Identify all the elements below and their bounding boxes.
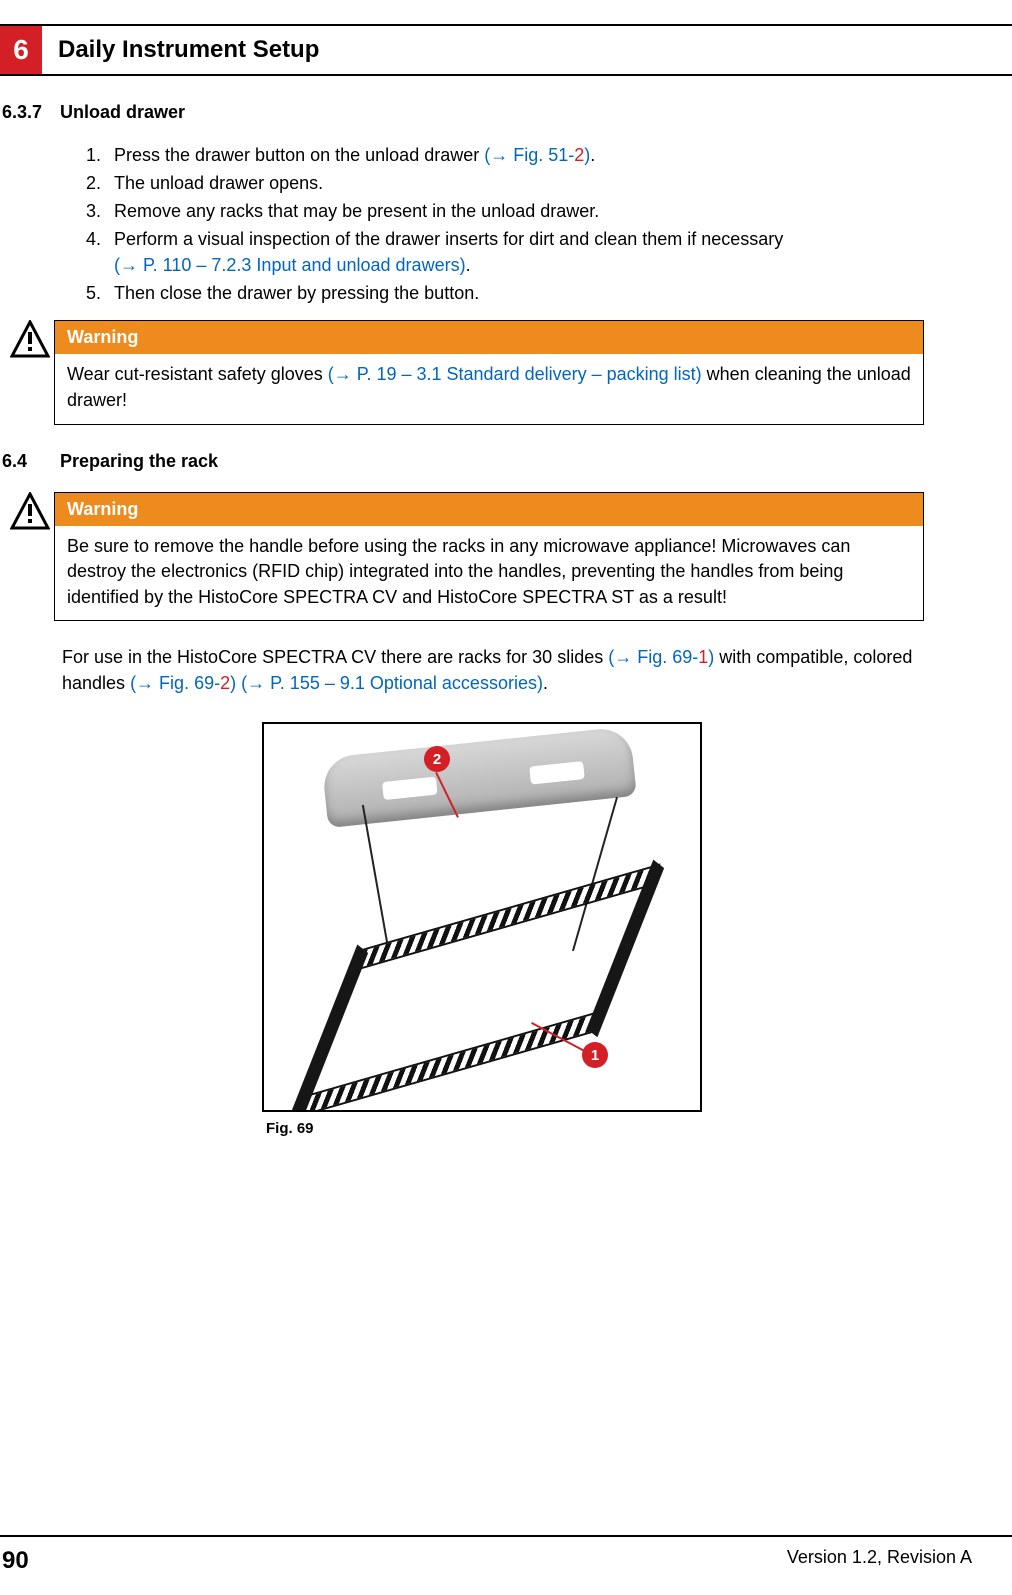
link-prefix: (→ Fig. 51- <box>484 145 574 165</box>
warning-icon-column <box>6 492 54 530</box>
cross-ref-link[interactable]: (→ Fig. 51-2) <box>484 145 590 165</box>
step-4: Perform a visual inspection of the drawe… <box>106 227 924 279</box>
intro-text-tail: . <box>543 673 548 693</box>
page-number: 90 <box>2 1547 29 1575</box>
section-number: 6.4 <box>0 451 60 472</box>
section-title: Preparing the rack <box>60 451 218 472</box>
handle-slot <box>529 761 585 785</box>
warning-triangle-icon <box>10 492 50 530</box>
page-footer: 90 Version 1.2, Revision A <box>0 1535 1012 1575</box>
warning-label: Warning <box>55 493 923 526</box>
cross-ref-link[interactable]: (→ P. 110 – 7.2.3 Input and unload drawe… <box>114 255 466 275</box>
warning-triangle-icon <box>10 320 50 358</box>
step-text-tail: . <box>466 255 471 275</box>
section-6-3-7-heading: 6.3.7 Unload drawer <box>0 102 964 123</box>
warning-content: Warning Wear cut-resistant safety gloves… <box>54 320 924 424</box>
warning-text: Wear cut-resistant safety gloves <box>67 364 328 384</box>
figure-caption: Fig. 69 <box>266 1120 702 1137</box>
chapter-number-badge: 6 <box>0 26 42 74</box>
handle-slot <box>382 777 438 801</box>
unload-drawer-steps: Press the drawer button on the unload dr… <box>106 143 924 306</box>
warning-box-1: Warning Wear cut-resistant safety gloves… <box>6 320 924 424</box>
warning-icon-column <box>6 320 54 358</box>
link-callout-number: 2 <box>220 673 230 693</box>
section-6-4-heading: 6.4 Preparing the rack <box>0 451 964 472</box>
warning-body: Be sure to remove the handle before usin… <box>55 526 923 621</box>
step-1: Press the drawer button on the unload dr… <box>106 143 924 169</box>
step-text: Perform a visual inspection of the drawe… <box>114 229 783 249</box>
link-prefix: (→ Fig. 69- <box>608 647 698 667</box>
section-title: Unload drawer <box>60 102 185 123</box>
warning-label: Warning <box>55 321 923 354</box>
link-callout-number: 2 <box>574 145 584 165</box>
figure-callout-1: 1 <box>582 1042 608 1068</box>
figure-69-wrap: 2 1 Fig. 69 <box>262 722 702 1137</box>
step-text-tail: . <box>590 145 595 165</box>
cross-ref-link[interactable]: (→ Fig. 69-2) <box>130 673 236 693</box>
rack-bottom-rail <box>294 1010 603 1112</box>
cross-ref-link[interactable]: (→ P. 155 – 9.1 Optional accessories) <box>241 673 543 693</box>
link-callout-number: 1 <box>698 647 708 667</box>
cross-ref-link[interactable]: (→ P. 19 – 3.1 Standard delivery – packi… <box>328 364 702 384</box>
warning-content: Warning Be sure to remove the handle bef… <box>54 492 924 622</box>
cross-ref-link[interactable]: (→ Fig. 69-1) <box>608 647 714 667</box>
rack-intro-paragraph: For use in the HistoCore SPECTRA CV ther… <box>62 645 916 696</box>
version-text: Version 1.2, Revision A <box>787 1547 972 1575</box>
page-content: 6.3.7 Unload drawer Press the drawer but… <box>0 90 1012 1137</box>
chapter-title: Daily Instrument Setup <box>42 26 335 74</box>
step-text: Press the drawer button on the unload dr… <box>114 145 484 165</box>
rack-body-graphic <box>289 818 678 1112</box>
section-number: 6.3.7 <box>0 102 60 123</box>
intro-text: For use in the HistoCore SPECTRA CV ther… <box>62 647 608 667</box>
figure-69-image: 2 1 <box>262 722 702 1112</box>
rack-handle-graphic <box>321 726 637 828</box>
page-header: 6 Daily Instrument Setup <box>0 24 1012 76</box>
step-2: The unload drawer opens. <box>106 171 924 197</box>
warning-box-2: Warning Be sure to remove the handle bef… <box>6 492 924 622</box>
step-3: Remove any racks that may be present in … <box>106 199 924 225</box>
link-prefix: (→ Fig. 69- <box>130 673 220 693</box>
step-5: Then close the drawer by pressing the bu… <box>106 281 924 307</box>
warning-body: Wear cut-resistant safety gloves (→ P. 1… <box>55 354 923 423</box>
